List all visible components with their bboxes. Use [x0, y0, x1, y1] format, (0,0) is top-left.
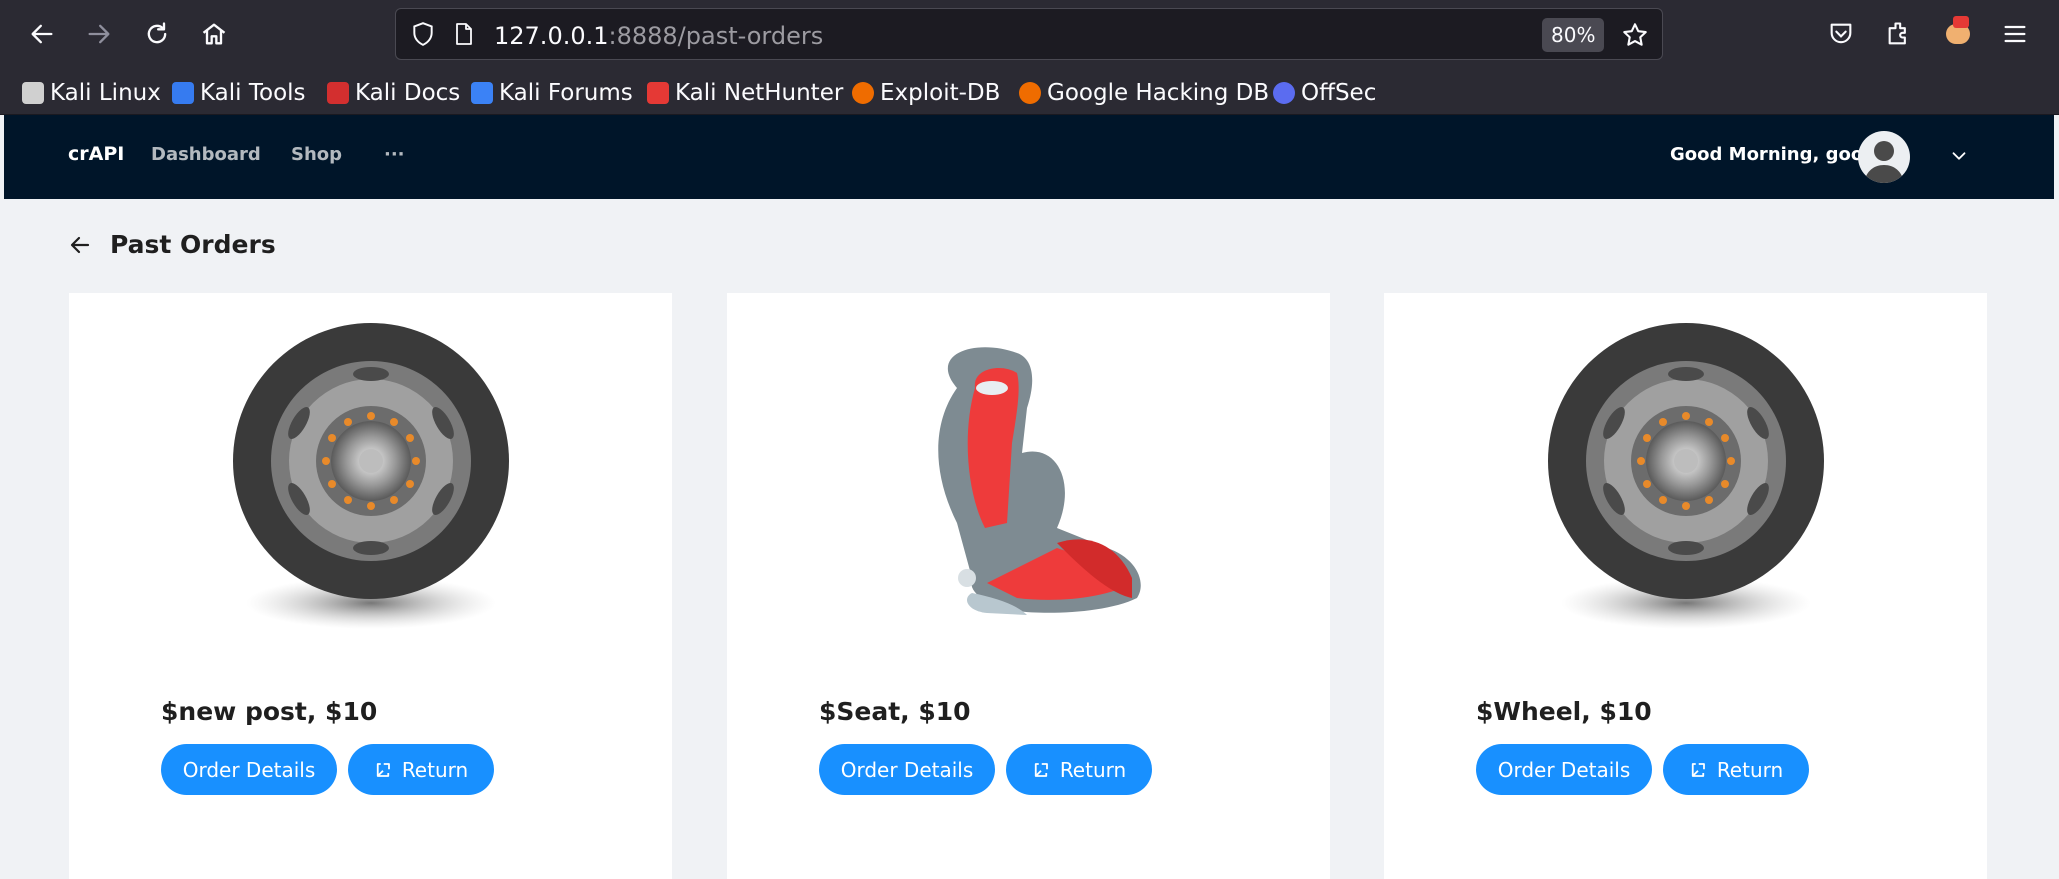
return-button[interactable]: Return	[1663, 744, 1809, 795]
user-silhouette-icon	[1864, 141, 1904, 183]
bookmark-label: Kali NetHunter	[675, 80, 844, 106]
bookmark-google-hacking-db[interactable]: Google Hacking DB	[1019, 76, 1269, 110]
back-arrow-icon	[31, 24, 53, 44]
reload-button[interactable]	[135, 12, 179, 56]
bookmark-kali-nethunter[interactable]: Kali NetHunter	[647, 76, 843, 110]
brand-logo[interactable]: crAPI	[68, 143, 124, 165]
nav-shop[interactable]: Shop	[291, 144, 342, 165]
bookmark-kali-tools[interactable]: Kali Tools	[172, 76, 306, 110]
bookmark-label: Kali Linux	[50, 80, 161, 106]
reload-icon	[147, 22, 167, 44]
home-icon	[202, 23, 226, 45]
url-bar[interactable]: 127.0.0.1:8888/past-orders 80%	[395, 8, 1663, 60]
kali-nethunter-icon	[647, 82, 669, 104]
wheel-product-image	[233, 323, 509, 629]
home-button[interactable]	[192, 12, 236, 56]
shield-icon[interactable]	[410, 21, 436, 47]
order-details-button[interactable]: Order Details	[161, 744, 337, 795]
order-details-button[interactable]: Order Details	[819, 744, 995, 795]
bookmark-label: Google Hacking DB	[1047, 80, 1270, 106]
bookmark-exploit-db[interactable]: Exploit-DB	[852, 76, 1000, 110]
extensions-icon[interactable]	[1885, 20, 1913, 48]
page-icon[interactable]	[452, 21, 476, 47]
order-title: $Seat, $10	[819, 697, 971, 726]
seat-product-image	[938, 347, 1141, 615]
bookmark-kali-forums[interactable]: Kali Forums	[471, 76, 633, 110]
kali-forums-icon	[471, 82, 493, 104]
button-label: Order Details	[840, 757, 974, 782]
page-header: Past Orders	[68, 230, 276, 259]
offsec-icon	[1273, 82, 1295, 104]
star-bookmark-icon[interactable]	[1621, 21, 1649, 49]
bookmark-label: Kali Docs	[355, 80, 461, 106]
bookmark-label: Kali Tools	[200, 80, 306, 106]
button-label: Order Details	[1497, 757, 1631, 782]
nav-dashboard[interactable]: Dashboard	[151, 144, 261, 165]
bookmarks-bar: Kali Linux Kali Tools Kali Docs Kali For…	[0, 70, 2059, 115]
kali-dragon-icon	[22, 82, 44, 104]
zoom-badge[interactable]: 80%	[1542, 18, 1605, 52]
back-arrow-icon[interactable]	[68, 233, 92, 257]
order-card: $new post, $10 Order Details Return	[69, 293, 672, 879]
ghdb-icon	[1019, 82, 1041, 104]
app-header: crAPI Dashboard Shop ··· Good Morning, g…	[4, 115, 2054, 199]
bookmark-kali-docs[interactable]: Kali Docs	[327, 76, 460, 110]
greeting-text: Good Morning, good!	[1670, 144, 1885, 165]
page-title: Past Orders	[110, 230, 276, 259]
nav-more[interactable]: ···	[384, 144, 405, 165]
button-label: Order Details	[182, 757, 316, 782]
return-icon	[376, 762, 390, 777]
order-title: $new post, $10	[161, 697, 378, 726]
url-path: :8888/past-orders	[608, 22, 824, 50]
wheel-product-image	[1548, 323, 1824, 629]
button-label: Return	[1716, 757, 1784, 782]
kali-docs-icon	[327, 82, 349, 104]
exploit-db-icon	[852, 82, 874, 104]
bookmark-kali-linux[interactable]: Kali Linux	[22, 76, 161, 110]
order-card: $Seat, $10 Order Details Return	[727, 293, 1330, 879]
bookmark-label: OffSec	[1301, 80, 1377, 106]
forward-arrow-icon	[88, 24, 110, 44]
order-card: $Wheel, $10 Order Details Return	[1384, 293, 1987, 879]
return-icon	[1034, 762, 1048, 777]
kali-tools-icon	[172, 82, 194, 104]
order-title: $Wheel, $10	[1476, 697, 1652, 726]
hamburger-menu-icon[interactable]	[2001, 20, 2029, 48]
profile-extension-icon[interactable]	[1943, 16, 1973, 46]
back-button[interactable]	[20, 12, 64, 56]
bookmark-label: Kali Forums	[499, 80, 633, 106]
app-page: crAPI Dashboard Shop ··· Good Morning, g…	[4, 115, 2054, 879]
button-label: Return	[1059, 757, 1127, 782]
browser-toolbar: 127.0.0.1:8888/past-orders 80%	[0, 0, 2059, 70]
return-button[interactable]: Return	[1006, 744, 1152, 795]
chevron-down-icon[interactable]	[1948, 145, 1970, 167]
return-icon	[1691, 762, 1705, 777]
button-label: Return	[401, 757, 469, 782]
forward-button[interactable]	[77, 12, 121, 56]
url-host: 127.0.0.1	[494, 22, 609, 50]
url-text[interactable]: 127.0.0.1:8888/past-orders	[494, 22, 823, 50]
order-details-button[interactable]: Order Details	[1476, 744, 1652, 795]
bookmark-label: Exploit-DB	[880, 80, 1001, 106]
return-button[interactable]: Return	[348, 744, 494, 795]
bookmark-offsec[interactable]: OffSec	[1273, 76, 1376, 110]
pocket-icon[interactable]	[1827, 20, 1855, 48]
avatar[interactable]	[1858, 131, 1910, 183]
